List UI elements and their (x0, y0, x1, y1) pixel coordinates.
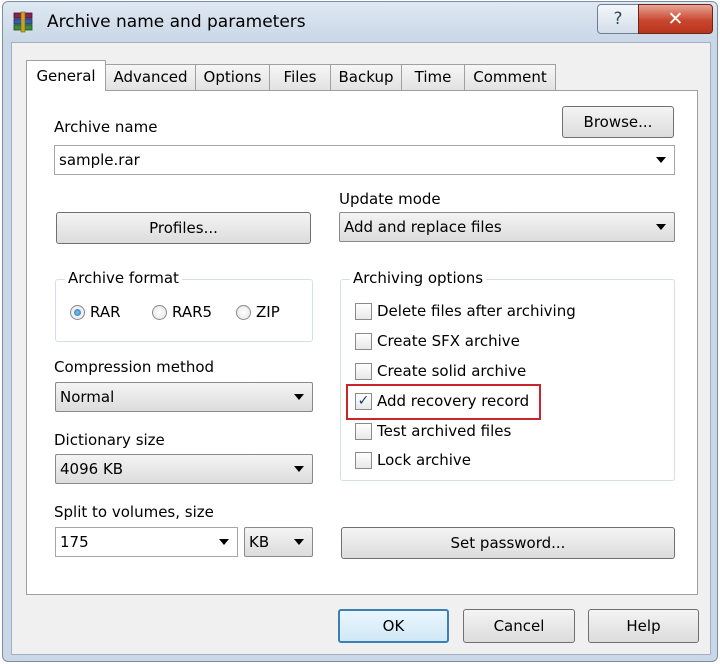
profiles-button[interactable]: Profiles... (56, 212, 311, 244)
radio-rar5[interactable]: RAR5 (152, 303, 212, 321)
tab-files[interactable]: Files (269, 64, 331, 90)
checkmark-icon[interactable]: ✓ (355, 392, 372, 410)
title-bar[interactable]: Archive name and parameters ? ✕ (3, 2, 717, 42)
archive-format-group: Archive format RAR RAR5 ZIP (55, 269, 313, 342)
checkbox-unchecked-icon[interactable] (355, 332, 372, 350)
close-icon: ✕ (667, 8, 684, 30)
split-unit-value: KB (249, 533, 270, 551)
chevron-down-icon[interactable] (656, 157, 666, 163)
checkbox-delete-files[interactable]: Delete files after archiving (355, 302, 576, 320)
archive-name-label: Archive name (54, 118, 158, 136)
split-unit-select[interactable]: KB (244, 527, 313, 557)
winrar-books-icon (13, 11, 33, 33)
tab-time[interactable]: Time (401, 64, 465, 90)
chevron-down-icon[interactable] (219, 539, 229, 545)
compression-method-value: Normal (60, 388, 115, 406)
checkbox-create-sfx[interactable]: Create SFX archive (355, 332, 520, 350)
tab-comment[interactable]: Comment (464, 64, 556, 90)
update-mode-select[interactable]: Add and replace files (339, 212, 675, 242)
checkbox-test-archived[interactable]: Test archived files (355, 422, 511, 440)
checkbox-add-recovery-record[interactable]: ✓ Add recovery record (355, 392, 529, 410)
radio-rar[interactable]: RAR (70, 303, 121, 321)
archive-format-title: Archive format (65, 269, 182, 287)
window-title: Archive name and parameters (47, 12, 306, 32)
split-volumes-label: Split to volumes, size (54, 503, 214, 521)
radio-unselected-icon[interactable] (236, 304, 251, 320)
archiving-options-group: Archiving options Delete files after arc… (340, 269, 675, 481)
dialog-client-area: General Advanced Options Files Backup Ti… (11, 42, 711, 655)
checkbox-lock-archive[interactable]: Lock archive (355, 451, 471, 469)
compression-method-label: Compression method (54, 358, 215, 376)
checkbox-unchecked-icon[interactable] (355, 451, 372, 469)
tab-options[interactable]: Options (195, 64, 270, 90)
update-mode-value: Add and replace files (344, 218, 502, 236)
question-mark-icon: ? (613, 9, 623, 29)
checkbox-unchecked-icon[interactable] (355, 422, 372, 440)
dialog-window: Archive name and parameters ? ✕ General … (2, 1, 718, 662)
chevron-down-icon[interactable] (294, 466, 304, 472)
chevron-down-icon[interactable] (294, 539, 304, 545)
compression-method-select[interactable]: Normal (55, 382, 313, 412)
tab-backup[interactable]: Backup (330, 64, 402, 90)
browse-button[interactable]: Browse... (562, 106, 674, 138)
checkbox-unchecked-icon[interactable] (355, 302, 372, 320)
cancel-button[interactable]: Cancel (463, 609, 575, 643)
close-button[interactable]: ✕ (638, 4, 713, 34)
chevron-down-icon[interactable] (656, 224, 666, 230)
update-mode-label: Update mode (339, 190, 441, 208)
checkbox-unchecked-icon[interactable] (355, 362, 372, 380)
tab-advanced[interactable]: Advanced (105, 64, 196, 90)
radio-zip[interactable]: ZIP (236, 303, 280, 321)
dictionary-size-label: Dictionary size (54, 431, 165, 449)
archive-name-combo[interactable]: sample.rar (54, 145, 675, 175)
archiving-options-title: Archiving options (350, 269, 487, 287)
archive-name-value: sample.rar (59, 151, 140, 169)
checkbox-create-solid[interactable]: Create solid archive (355, 362, 526, 380)
dictionary-size-value: 4096 KB (60, 460, 124, 478)
chevron-down-icon[interactable] (294, 394, 304, 400)
help-button[interactable]: Help (588, 609, 699, 643)
split-size-combo[interactable]: 175 (55, 527, 238, 557)
general-tab-panel: Archive name Browse... sample.rar Update… (26, 90, 698, 595)
radio-selected-icon[interactable] (70, 304, 85, 320)
split-size-value: 175 (60, 533, 89, 551)
tab-general[interactable]: General (26, 60, 106, 91)
ok-button[interactable]: OK (338, 609, 449, 643)
help-title-button[interactable]: ? (597, 4, 639, 34)
dictionary-size-select[interactable]: 4096 KB (55, 454, 313, 484)
set-password-button[interactable]: Set password... (341, 527, 675, 559)
radio-unselected-icon[interactable] (152, 304, 167, 320)
